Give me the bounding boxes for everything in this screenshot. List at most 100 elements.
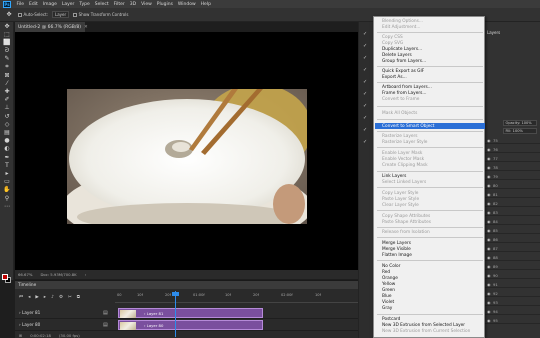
auto-select-dropdown[interactable]: Layer: [52, 11, 70, 18]
layer-row[interactable]: ◉ 81: [485, 191, 540, 198]
menu-item-copy-css[interactable]: Copy CSS: [382, 35, 403, 40]
eyedropper-tool-icon[interactable]: ⁄: [2, 79, 12, 87]
show-transform-checkbox[interactable]: Show Transform Controls: [73, 12, 128, 17]
menu-item-orange[interactable]: Orange: [382, 276, 398, 281]
menu-item-blending-options[interactable]: Blending Options...: [382, 19, 423, 24]
menu-item-select-linked-layers[interactable]: Select Linked Layers: [382, 180, 426, 185]
menu-item-enable-layer-mask[interactable]: Enable Layer Mask: [382, 151, 422, 156]
layers-tab[interactable]: Layers: [487, 30, 500, 35]
menu-item-rasterize-layer-style[interactable]: Rasterize Layer Style: [382, 140, 427, 145]
history-check-icon[interactable]: ✓: [363, 43, 367, 49]
zoom-tool-icon[interactable]: ⚲: [2, 194, 12, 202]
timeline-layer-row[interactable]: › Layer 81 ▤ › Layer 81: [15, 307, 358, 319]
layer-row[interactable]: ◉ 79: [485, 173, 540, 180]
canvas-image[interactable]: [67, 89, 307, 224]
artboard-tool-icon[interactable]: ⬚: [2, 30, 12, 38]
menu-item-copy-svg[interactable]: Copy SVG: [382, 41, 403, 46]
frame-tool-icon[interactable]: ⊠: [2, 71, 12, 79]
eye-icon[interactable]: ◉: [487, 273, 491, 278]
layer-row[interactable]: ◉ 95: [485, 317, 540, 324]
history-check-icon[interactable]: ✓: [363, 55, 367, 61]
transition-icon[interactable]: ⧉: [77, 294, 80, 300]
document-tab[interactable]: Untitled-2 @ 66.7% (RGB/8) ✕: [15, 22, 88, 32]
chevron-right-icon[interactable]: ›: [85, 272, 87, 277]
gradient-tool-icon[interactable]: ▤: [2, 128, 12, 136]
move-tool-icon[interactable]: ✥: [2, 22, 12, 30]
next-frame-icon[interactable]: ▸: [44, 295, 46, 300]
video-clip[interactable]: › Layer 81: [118, 308, 263, 318]
crop-tool-icon[interactable]: ⌗: [2, 63, 12, 71]
layer-row[interactable]: ◉ 89: [485, 263, 540, 270]
eye-icon[interactable]: ◉: [487, 318, 491, 323]
menu-item-blue[interactable]: Blue: [382, 294, 392, 299]
first-frame-icon[interactable]: ⏮: [19, 294, 23, 300]
menu-item-rasterize-layers[interactable]: Rasterize Layers: [382, 134, 418, 139]
layer-row[interactable]: ◉ 84: [485, 218, 540, 225]
history-check-icon[interactable]: ✓: [363, 79, 367, 85]
hand-tool-icon[interactable]: ✋: [2, 186, 12, 194]
healing-brush-tool-icon[interactable]: ✚: [2, 88, 12, 96]
settings-icon[interactable]: ⚙: [59, 295, 63, 300]
menu-item-flatten-image[interactable]: Flatten Image: [382, 253, 412, 258]
more-tools-icon[interactable]: ⋯: [2, 202, 12, 210]
layer-row[interactable]: ◉ 87: [485, 245, 540, 252]
layer-row[interactable]: ◉ 83: [485, 209, 540, 216]
eye-icon[interactable]: ◉: [487, 156, 491, 161]
menu-item-convert-to-frame[interactable]: Convert to Frame: [382, 97, 419, 102]
menu-item-link-layers[interactable]: Link Layers: [382, 174, 406, 179]
move-tool-icon[interactable]: ✥: [4, 10, 14, 18]
foreground-color-swatch[interactable]: [2, 274, 8, 280]
menu-help[interactable]: Help: [198, 2, 213, 7]
eye-icon[interactable]: ◉: [487, 282, 491, 287]
dodge-tool-icon[interactable]: ◐: [2, 145, 12, 153]
eye-icon[interactable]: ◉: [487, 291, 491, 296]
menu-window[interactable]: Window: [175, 2, 198, 7]
history-check-icon[interactable]: ✓: [363, 127, 367, 133]
layer-row[interactable]: ◉ 93: [485, 299, 540, 306]
menu-item-create-clipping-mask[interactable]: Create Clipping Mask: [382, 163, 428, 168]
auto-select-checkbox[interactable]: Auto-Select:: [18, 12, 48, 17]
menu-item-3d-extrusion-selected-layer[interactable]: New 3D Extrusion from Selected Layer: [382, 323, 465, 328]
eye-icon[interactable]: ◉: [487, 246, 491, 251]
opacity-field[interactable]: Opacity: 100%: [503, 120, 537, 126]
menu-item-no-color[interactable]: No Color: [382, 264, 400, 269]
brush-tool-icon[interactable]: ✐: [2, 96, 12, 104]
menu-item-copy-shape-attributes[interactable]: Copy Shape Attributes: [382, 214, 430, 219]
eye-icon[interactable]: ◉: [487, 192, 491, 197]
menu-item-quick-export-gif[interactable]: Quick Export as GIF: [382, 69, 424, 74]
menu-view[interactable]: View: [139, 2, 155, 7]
layer-row[interactable]: ◉ 85: [485, 227, 540, 234]
eye-icon[interactable]: ◉: [487, 255, 491, 260]
close-icon[interactable]: ✕: [84, 25, 88, 30]
eye-icon[interactable]: ◉: [487, 219, 491, 224]
lasso-tool-icon[interactable]: ᘐ: [2, 47, 12, 55]
convert-to-frame-icon[interactable]: ⊞: [19, 333, 22, 338]
fill-field[interactable]: Fill: 100%: [503, 128, 537, 134]
menu-item-mask-all-objects[interactable]: Mask All Objects: [382, 111, 417, 116]
eye-icon[interactable]: ◉: [487, 228, 491, 233]
menu-item-merge-visible[interactable]: Merge Visible: [382, 247, 411, 252]
menu-plugins[interactable]: Plugins: [154, 2, 175, 7]
eye-icon[interactable]: ◉: [487, 237, 491, 242]
menu-layer[interactable]: Layer: [59, 2, 77, 7]
layer-row[interactable]: ◉ 90: [485, 272, 540, 279]
menu-item-edit-adjustment[interactable]: Edit Adjustment...: [382, 25, 420, 30]
history-check-icon[interactable]: ✓: [363, 91, 367, 97]
pen-tool-icon[interactable]: ✒: [2, 153, 12, 161]
menu-item-postcard[interactable]: Postcard: [382, 317, 400, 322]
menu-file[interactable]: File: [14, 2, 27, 7]
menu-item-delete-layers[interactable]: Delete Layers: [382, 53, 412, 58]
play-icon[interactable]: ▶: [35, 295, 38, 300]
eye-icon[interactable]: ◉: [487, 147, 491, 152]
rectangle-tool-icon[interactable]: ▭: [2, 178, 12, 186]
menu-item-release-from-isolation[interactable]: Release from Isolation: [382, 230, 430, 235]
eye-icon[interactable]: ◉: [487, 210, 491, 215]
timeline-layer-row[interactable]: › Layer 80 ▤ › Layer 80: [15, 319, 358, 331]
eye-icon[interactable]: ◉: [487, 309, 491, 314]
history-check-icon[interactable]: ✓: [363, 103, 367, 109]
menu-edit[interactable]: Edit: [27, 2, 41, 7]
eye-icon[interactable]: ◉: [487, 138, 491, 143]
menu-item-yellow[interactable]: Yellow: [382, 282, 395, 287]
layer-row[interactable]: ◉ 88: [485, 254, 540, 261]
layer-expand-icon[interactable]: › Layer 80: [19, 322, 40, 327]
